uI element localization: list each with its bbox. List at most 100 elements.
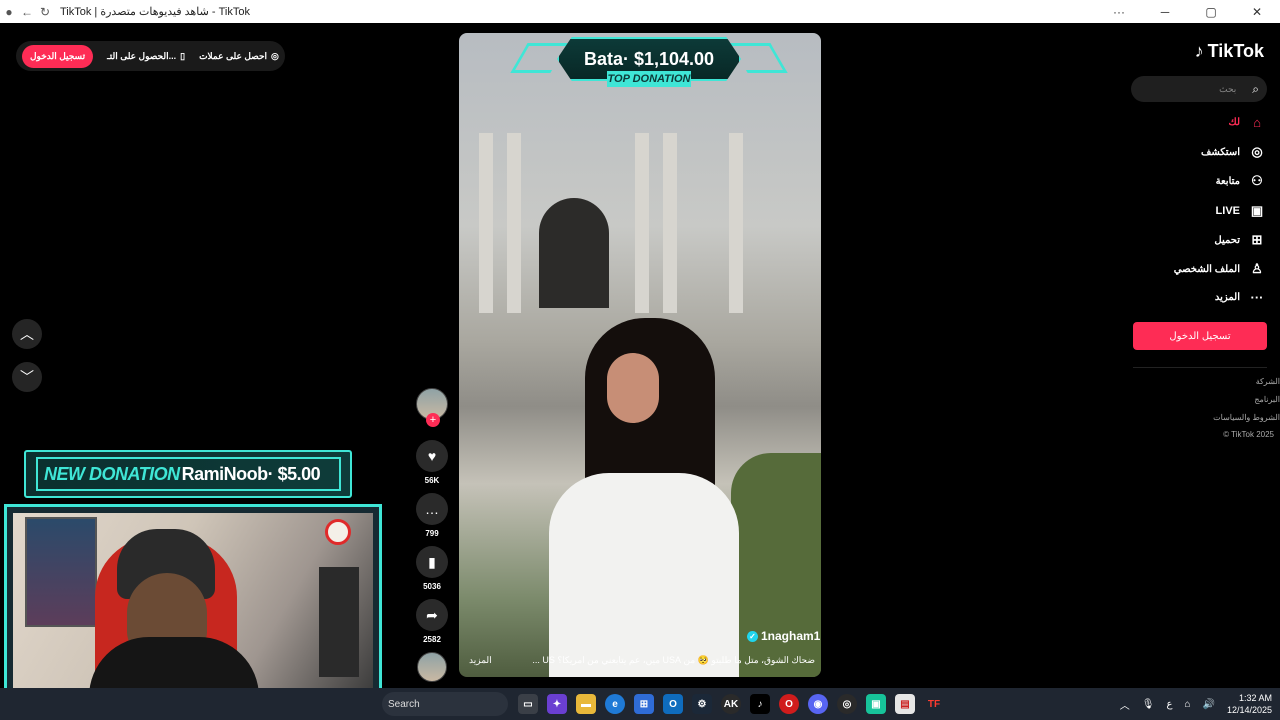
sidebar-item-profile[interactable]: الملف الشخصي ♙ (1086, 261, 1266, 277)
sidebar-item-more[interactable]: المزيد ··· (1086, 290, 1266, 305)
upload-icon: ⊞ (1251, 232, 1263, 247)
green-app-icon[interactable]: ▣ (866, 694, 886, 714)
maximize-button[interactable]: ▢ (1188, 0, 1234, 23)
sidebar-item-label: LIVE (1215, 205, 1240, 217)
building-column (635, 133, 649, 313)
video-caption: ضحاك الشوق، متل ما طلبتو 🥺 من USA ميں، ع… (532, 655, 815, 665)
opera-icon[interactable]: O (779, 694, 799, 714)
footer-program-link[interactable]: البرنامج (1140, 395, 1280, 404)
tiktok-note-icon: ♪ (1194, 41, 1204, 61)
volume-icon[interactable]: 🔊 (1203, 699, 1215, 710)
steam-icon[interactable]: ⚙ (692, 694, 712, 714)
minimize-button[interactable]: ─ (1142, 0, 1188, 23)
building-column (507, 133, 521, 313)
sidebar-item-label: لك (1228, 117, 1240, 128)
copilot-icon[interactable]: ✦ (547, 694, 567, 714)
login-pill-button[interactable]: تسجيل الدخول (22, 44, 94, 68)
video-caption-row: المزيد ضحاك الشوق، متل ما طلبتو 🥺 من USA… (469, 655, 815, 666)
search-input[interactable]: بحث ⌕ (1131, 76, 1267, 102)
building-column (479, 133, 493, 313)
share-count: 2582 (423, 635, 441, 644)
chevron-up-icon[interactable]: ︿ (1120, 697, 1130, 712)
sidebar-item-explore[interactable]: استكشف ◎ (1086, 144, 1266, 160)
discord-icon[interactable]: ◉ (808, 694, 828, 714)
get-app-label: الحصول على التـ... (107, 50, 177, 61)
like-count: 56K (424, 476, 440, 485)
share-icon: ➦ (426, 606, 438, 623)
top-donation-overlay: Bata· $1,104.00 TOP DONATION (510, 33, 788, 93)
new-donation-label: NEW DONATION (44, 463, 180, 484)
follow-plus-icon[interactable]: + (426, 413, 440, 427)
red-app-icon[interactable]: ▤ (895, 694, 915, 714)
like-button[interactable]: ♥ (416, 440, 448, 472)
obs-icon[interactable]: ◎ (837, 694, 857, 714)
woman-dress (549, 473, 739, 677)
following-icon: ⚇ (1251, 173, 1263, 188)
microphone-icon[interactable]: 🎙 (1142, 699, 1155, 710)
donation-inner: NEW DONATION RamiNoob· $5.00 (36, 457, 341, 491)
ak-app-icon[interactable]: AK (721, 694, 741, 714)
clock-time: 1:32 AM (1238, 693, 1272, 703)
sidebar-item-label: استكشف (1201, 146, 1240, 158)
sidebar-item-live[interactable]: LIVE ▣ (1086, 203, 1266, 219)
video-player[interactable]: Bata· $1,104.00 TOP DONATION ✓ 1nagham1 … (459, 33, 821, 677)
windows-taskbar: Search ▭ ✦ ▬ e ⊞ O ⚙ AK ♪ O ◉ ◎ ▣ ▤ TF ︿… (0, 688, 1280, 720)
back-icon[interactable]: ← (18, 3, 36, 21)
sidebar-item-label: متابعة (1215, 175, 1240, 187)
tiktok-logo[interactable]: ♪ TikTok (1195, 41, 1264, 62)
search-placeholder: بحث (1219, 83, 1237, 94)
edge-icon[interactable]: e (605, 694, 625, 714)
footer-company-link[interactable]: الشركة (1140, 377, 1280, 386)
close-button[interactable]: ✕ (1234, 0, 1280, 23)
heart-icon: ♥ (427, 448, 437, 464)
woman-face (607, 353, 659, 423)
search-icon[interactable]: ⌕ (1252, 82, 1259, 97)
reload-icon[interactable]: ↻ (36, 3, 54, 21)
tiktok-taskbar-icon[interactable]: ♪ (750, 694, 770, 714)
get-coins-link[interactable]: احصل على عملات ◎ (199, 51, 279, 62)
comment-icon: … (425, 501, 439, 517)
sidebar-item-upload[interactable]: تحميل ⊞ (1086, 232, 1266, 248)
building-column (729, 133, 743, 313)
language-indicator[interactable]: ع (1166, 699, 1172, 710)
footer-terms-link[interactable]: الشروط والسياسات (1140, 413, 1280, 422)
get-app-link[interactable]: الحصول على التـ... ▯ (107, 51, 185, 62)
author-avatar[interactable]: + (416, 388, 448, 427)
store-icon[interactable]: ⊞ (634, 694, 654, 714)
bookmark-icon: ▮ (428, 553, 436, 570)
more-icon: ··· (1250, 290, 1264, 305)
window-title: TikTok | شاهد فيديوهات متصدرة - TikTok (60, 6, 250, 18)
next-video-button[interactable]: ﹀ (12, 362, 42, 392)
save-button[interactable]: ▮ (416, 546, 448, 578)
top-donation-label: TOP DONATION (607, 71, 691, 87)
sidebar-item-following[interactable]: متابعة ⚇ (1086, 173, 1266, 189)
file-explorer-icon[interactable]: ▬ (576, 694, 596, 714)
task-view-icon[interactable]: ▭ (518, 694, 538, 714)
clock[interactable]: 1:32 AM 12/14/2025 (1227, 692, 1272, 716)
comment-button[interactable]: … (416, 493, 448, 525)
footer-copyright: © TikTok 2025 (1223, 430, 1274, 439)
save-count: 5036 (423, 582, 441, 591)
live-icon: ▣ (1250, 203, 1264, 218)
sidebar-item-foryou[interactable]: لك ⌂ (1086, 115, 1266, 130)
more-options-icon[interactable]: ··· (1096, 0, 1142, 23)
window-controls: ··· ─ ▢ ✕ (1096, 0, 1280, 23)
outlook-icon[interactable]: O (663, 694, 683, 714)
sidebar-divider (1133, 367, 1267, 368)
share-button[interactable]: ➦ (416, 599, 448, 631)
previous-video-button[interactable]: ︿ (12, 319, 42, 349)
tf-app-icon[interactable]: TF (924, 694, 944, 714)
sidebar-item-label: الملف الشخصي (1173, 263, 1240, 275)
home-icon: ⌂ (1253, 115, 1261, 130)
app-icon: ● (5, 4, 13, 19)
network-icon[interactable]: ⌂ (1184, 699, 1190, 710)
phone-icon: ▯ (180, 50, 186, 61)
video-author[interactable]: ✓ 1nagham1 (747, 629, 820, 643)
verified-icon: ✓ (747, 630, 758, 642)
music-disc-avatar[interactable] (417, 652, 447, 682)
taskbar-search[interactable]: Search (382, 692, 508, 716)
sidebar-item-label: تحميل (1214, 234, 1240, 246)
more-caption-link[interactable]: المزيد (469, 655, 492, 666)
sidebar-login-button[interactable]: تسجيل الدخول (1133, 322, 1267, 350)
sidebar-item-label: المزيد (1214, 292, 1240, 303)
